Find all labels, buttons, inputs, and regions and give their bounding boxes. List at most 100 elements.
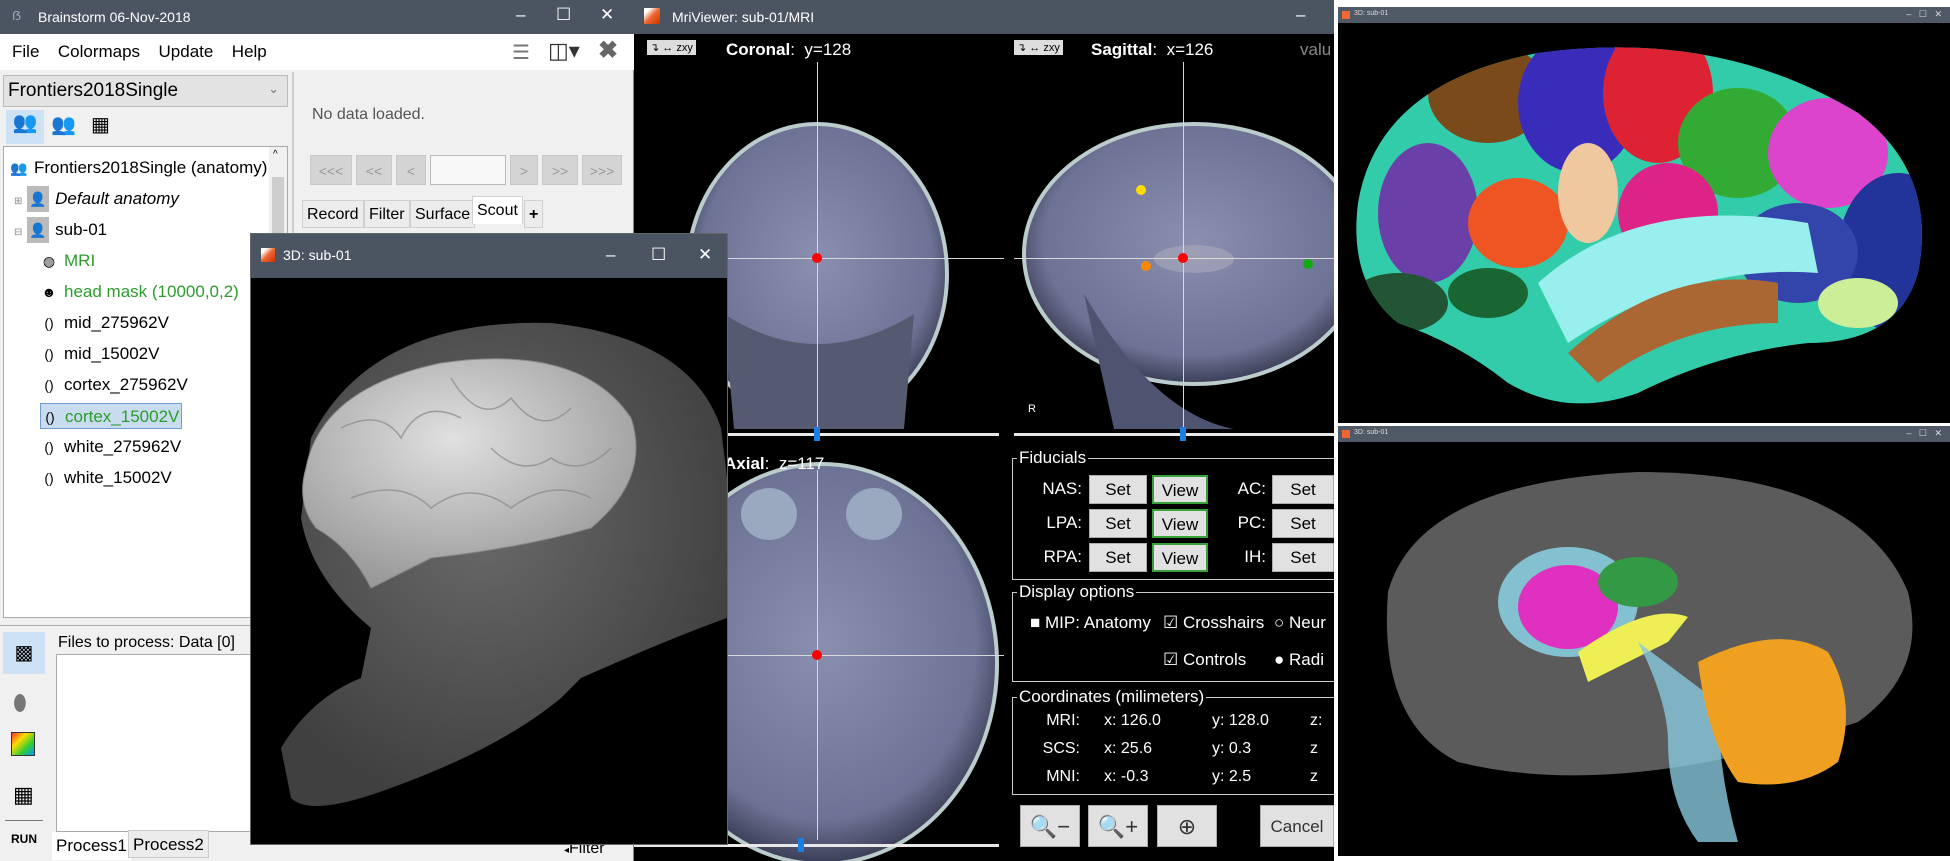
window-controls[interactable]: – ☐ ✕	[1906, 428, 1942, 439]
tree-item[interactable]: () mid_275962V	[40, 310, 169, 336]
close-panel-icon[interactable]: ✖	[598, 36, 618, 65]
data-files-icon[interactable]: ▩	[3, 632, 45, 674]
coronal-slider[interactable]	[724, 433, 999, 436]
tab-filter[interactable]: Filter	[364, 200, 410, 228]
sagittal-cursor	[1178, 253, 1188, 263]
axial-slider-thumb[interactable]	[798, 838, 804, 852]
expand-icon[interactable]: ⊞	[14, 196, 22, 207]
maximize-button[interactable]: ☐	[651, 245, 666, 265]
fiducial-view-button[interactable]: View	[1152, 543, 1208, 572]
coronal-slider-thumb[interactable]	[814, 427, 820, 441]
protocol-name: Frontiers2018Single	[8, 80, 179, 101]
fiducial-view-button[interactable]: View	[1152, 475, 1208, 504]
atlas-cortex-render[interactable]	[1338, 23, 1950, 423]
menu-update[interactable]: Update	[159, 42, 214, 61]
layout-icon[interactable]: ◫▾	[548, 38, 580, 64]
tab-process2[interactable]: Process2	[128, 830, 209, 858]
tree-root[interactable]: 👥 Frontiers2018Single (anatomy)	[10, 155, 267, 181]
surface-icon: ()	[44, 377, 54, 393]
axial-crosshair-h	[724, 655, 1004, 656]
explorer-toolbar: 👥 👥 ▦	[3, 108, 288, 144]
mip-anatomy-checkbox[interactable]: ■ MIP: Anatomy	[1030, 613, 1151, 633]
coord-z: z	[1310, 740, 1318, 757]
subcortical-render[interactable]	[1338, 442, 1950, 856]
neurological-radio[interactable]: ○ Neur	[1274, 613, 1326, 633]
sagittal-crosshair-v	[1183, 62, 1184, 430]
fiducial-set-button[interactable]: Set	[1089, 509, 1147, 538]
scroll-up-icon[interactable]: ^	[273, 149, 278, 160]
menu-help[interactable]: Help	[232, 42, 267, 61]
nav-button-prev-page[interactable]: <<	[356, 155, 392, 185]
sagittal-slice[interactable]	[1022, 122, 1334, 429]
radiological-radio[interactable]: ● Radi	[1274, 650, 1324, 670]
menu-colormaps[interactable]: Colormaps	[58, 42, 140, 61]
fiducial-label: PC:	[1237, 513, 1266, 532]
tree-item[interactable]: () cortex_275962V	[40, 372, 188, 398]
nav-button-first[interactable]: <<<	[310, 155, 352, 185]
value-label: valu	[1300, 40, 1332, 59]
minimize-button[interactable]: –	[606, 245, 615, 265]
head-3d-render[interactable]	[251, 278, 727, 844]
tree-item[interactable]: () cortex_15002V	[40, 403, 183, 429]
protocol-dropdown[interactable]: Frontiers2018Single ⌄	[3, 75, 288, 107]
fiducial-set-button[interactable]: Set	[1089, 543, 1147, 572]
tab-process1[interactable]: Process1	[52, 832, 131, 860]
coordinates-title: Coordinates (milimeters)	[1017, 687, 1207, 707]
tab-add[interactable]: +	[524, 200, 544, 228]
maximize-button[interactable]: ☐	[556, 5, 571, 25]
close-button[interactable]: ✕	[600, 5, 614, 25]
nav-button-next-page[interactable]: >>	[542, 155, 578, 185]
close-button[interactable]: ✕	[698, 245, 712, 265]
study-view-icon[interactable]: ▦	[91, 112, 110, 137]
timefreq-icon[interactable]	[11, 732, 35, 756]
cancel-button[interactable]: Cancel	[1260, 805, 1334, 847]
fiducial-set-button[interactable]: Set	[1272, 543, 1334, 572]
controls-checkbox[interactable]: ☑ Controls	[1163, 650, 1246, 670]
tab-record[interactable]: Record	[302, 200, 364, 228]
fiducial-view-button[interactable]: View	[1152, 509, 1208, 538]
matlab-icon	[261, 248, 275, 262]
list-view-icon[interactable]: ☰	[512, 40, 530, 65]
crosshair-target-icon: ⊕	[1177, 814, 1197, 839]
matrix-icon[interactable]: ▦	[13, 782, 34, 808]
display-options-title: Display options	[1017, 582, 1137, 602]
protocol-icon: 👥	[10, 160, 28, 176]
sources-icon[interactable]: ⬮	[13, 690, 27, 716]
nav-button-prev[interactable]: <	[396, 155, 426, 185]
minimize-button[interactable]: –	[1296, 5, 1305, 25]
fiducial-set-button[interactable]: Set	[1272, 509, 1334, 538]
tree-item[interactable]: ◍ MRI	[40, 248, 95, 274]
fiducial-set-button[interactable]: Set	[1272, 475, 1334, 504]
zoom-in-button[interactable]: 🔍+	[1088, 805, 1148, 847]
crosshairs-checkbox[interactable]: ☑ Crosshairs	[1163, 613, 1264, 633]
tree-default-anatomy[interactable]: ⊞ 👤 Default anatomy	[14, 186, 179, 212]
head-icon: ☻	[41, 284, 57, 300]
sagittal-orient-buttons[interactable]: ↴ ↔ zxy	[1014, 40, 1063, 55]
collapse-icon[interactable]: ⊟	[14, 227, 22, 238]
tree-item[interactable]: () white_15002V	[40, 465, 171, 491]
center-view-button[interactable]: ⊕	[1157, 805, 1217, 847]
minimize-button[interactable]: –	[516, 5, 525, 25]
nav-button-last[interactable]: >>>	[582, 155, 622, 185]
menu-file[interactable]: File	[12, 42, 39, 61]
zoom-in-icon: 🔍+	[1097, 814, 1139, 839]
sagittal-slider[interactable]	[1014, 433, 1334, 436]
tree-item[interactable]: () white_275962V	[40, 434, 181, 460]
fiducial-set-button[interactable]: Set	[1089, 475, 1147, 504]
sagittal-slider-thumb[interactable]	[1180, 427, 1186, 441]
coronal-cursor	[812, 253, 822, 263]
run-button[interactable]: RUN	[11, 832, 37, 846]
tab-surface[interactable]: Surface	[410, 200, 476, 228]
tree-item[interactable]: ☻ head mask (10000,0,2)	[40, 279, 239, 305]
window-controls[interactable]: – ☐ ✕	[1906, 9, 1942, 20]
nav-input[interactable]	[430, 155, 506, 185]
coronal-orient-buttons[interactable]: ↴ ↔ zxy	[647, 40, 696, 55]
mri-viewer-title: MriViewer: sub-01/MRI	[672, 9, 815, 25]
anatomy-view-icon[interactable]: 👥	[6, 110, 44, 144]
tab-scout[interactable]: Scout	[472, 196, 523, 224]
functional-view-icon[interactable]: 👥	[51, 112, 76, 137]
tree-subject[interactable]: ⊟ 👤 sub-01	[14, 217, 107, 243]
nav-button-next[interactable]: >	[510, 155, 538, 185]
tree-item[interactable]: () mid_15002V	[40, 341, 159, 367]
zoom-out-button[interactable]: 🔍−	[1020, 805, 1080, 847]
